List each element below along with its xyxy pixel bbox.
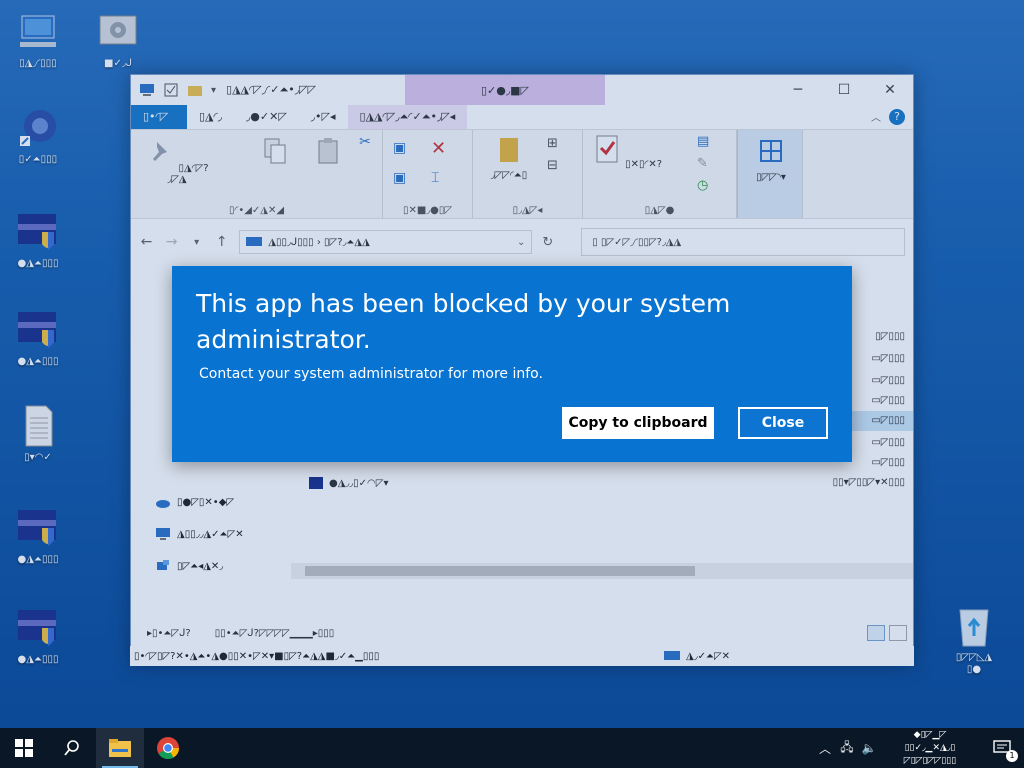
notification-center-button[interactable]: 1 [980, 728, 1024, 768]
dialog-message: Contact your system administrator for mo… [199, 366, 543, 382]
system-tray: ︿ 🖧 🔈 ◆▯◸▁◸ ▯▯✓◞▁✕◮◞▯ ◸▯◸▯◸◸▯▯▯ 1 [814, 728, 1024, 768]
folder-icon [109, 739, 131, 757]
close-button[interactable]: Close [738, 407, 828, 439]
taskbar-chrome[interactable] [144, 728, 192, 768]
clock-time: ◆▯◸▁◸ [913, 729, 947, 740]
clock[interactable]: ◆▯◸▁◸ ▯▯✓◞▁✕◮◞▯ ◸▯◸▯◸◸▯▯▯ [880, 729, 980, 768]
app-blocked-dialog: This app has been blocked by your system… [172, 266, 852, 462]
notification-count: 1 [1006, 750, 1018, 762]
search-icon [64, 740, 79, 756]
copy-to-clipboard-button[interactable]: Copy to clipboard [562, 407, 714, 439]
network-icon[interactable]: 🖧 [836, 738, 858, 759]
clock-date: ▯▯✓◞▁✕◮◞▯ [904, 742, 956, 753]
chevron-up-icon[interactable]: ︿ [814, 740, 836, 757]
dialog-title: This app has been blocked by your system… [196, 289, 731, 354]
chrome-icon [157, 737, 179, 759]
volume-icon[interactable]: 🔈 [858, 741, 880, 755]
taskbar: ︿ 🖧 🔈 ◆▯◸▁◸ ▯▯✓◞▁✕◮◞▯ ◸▯◸▯◸◸▯▯▯ 1 [0, 728, 1024, 768]
start-button[interactable] [0, 728, 48, 768]
windows-logo-icon [15, 739, 33, 757]
clock-extra: ◸▯◸▯◸◸▯▯▯ [903, 755, 957, 766]
search-button[interactable] [48, 728, 96, 768]
taskbar-file-explorer[interactable] [96, 728, 144, 768]
